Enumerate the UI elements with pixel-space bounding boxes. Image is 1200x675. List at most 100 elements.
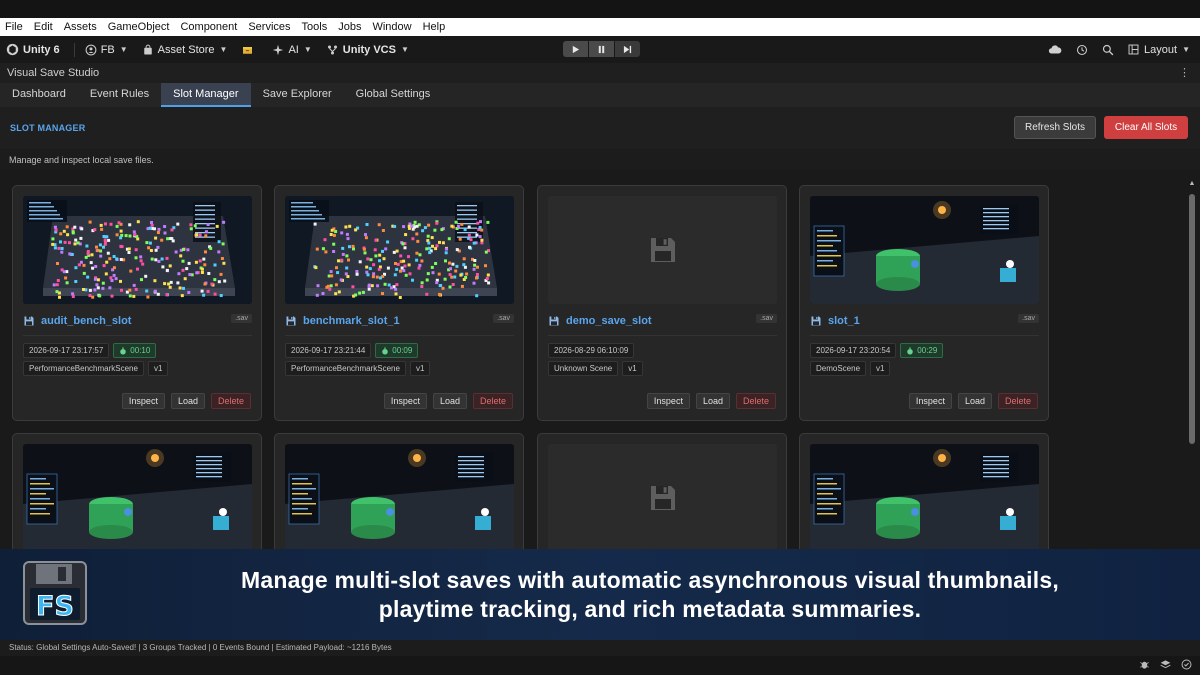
checkmark-circle-icon[interactable] — [1181, 659, 1192, 670]
step-icon — [623, 45, 632, 53]
slot-scene: DemoScene — [810, 361, 867, 376]
slot-version: v1 — [409, 361, 431, 376]
slot-title-row: demo_save_slot .sav — [548, 313, 777, 329]
toolbar-separator — [73, 42, 75, 57]
menu-window[interactable]: Window — [371, 21, 412, 33]
scrollbar-thumb[interactable] — [1189, 194, 1195, 444]
menu-help[interactable]: Help — [422, 21, 447, 33]
slot-name[interactable]: benchmark_slot_1 — [303, 315, 400, 327]
menu-tools[interactable]: Tools — [301, 21, 329, 33]
save-file-icon — [811, 316, 821, 326]
debug-icon[interactable] — [1139, 659, 1150, 670]
play-icon — [572, 45, 580, 53]
delete-button[interactable]: Delete — [997, 393, 1038, 409]
slot-name[interactable]: slot_1 — [828, 315, 860, 327]
ai-dropdown[interactable]: AI ▼ — [272, 44, 312, 56]
delete-button[interactable]: Delete — [210, 393, 251, 409]
unity-account-button[interactable]: Unity 6 — [6, 43, 60, 56]
refresh-slots-button[interactable]: Refresh Slots — [1014, 116, 1096, 139]
pause-button[interactable] — [589, 41, 614, 57]
load-button[interactable]: Load — [170, 393, 205, 409]
history-icon[interactable] — [1076, 44, 1088, 56]
load-button[interactable]: Load — [695, 393, 730, 409]
account-dropdown[interactable]: FB ▼ — [85, 44, 128, 56]
chevron-down-icon: ▼ — [303, 45, 312, 54]
scroll-up-icon[interactable]: ▲ — [1188, 180, 1196, 187]
slot-thumbnail — [285, 444, 514, 550]
slot-thumbnail — [548, 196, 777, 304]
slot-name[interactable]: audit_bench_slot — [41, 315, 131, 327]
slot-card[interactable]: demo_save_slot .sav 2026-08-29 06:10:09 Unk… — [537, 185, 787, 421]
layout-dropdown[interactable]: Layout ▼ — [1128, 44, 1190, 56]
step-button[interactable] — [615, 41, 640, 57]
slot-scene: PerformanceBenchmarkScene — [285, 361, 406, 376]
play-button[interactable] — [563, 41, 588, 57]
layers-icon[interactable] — [1160, 659, 1171, 670]
menu-component[interactable]: Component — [179, 21, 238, 33]
slot-thumbnail — [810, 444, 1039, 550]
card-divider — [23, 335, 252, 336]
status-bar: Status: Global Settings Auto-Saved! | 3 … — [0, 640, 1200, 656]
file-extension-badge: .sav — [231, 314, 252, 323]
svg-text:FS: FS — [36, 591, 74, 622]
cloud-icon[interactable] — [1048, 44, 1062, 56]
tab-save-explorer[interactable]: Save Explorer — [251, 83, 344, 107]
menu-services[interactable]: Services — [247, 21, 291, 33]
load-button[interactable]: Load — [432, 393, 467, 409]
slot-card[interactable] — [537, 433, 787, 550]
search-icon[interactable] — [1102, 44, 1114, 56]
slot-card[interactable] — [274, 433, 524, 550]
slot-card[interactable]: slot_1 .sav 2026-09-17 23:20:54 00:29 DemoSc… — [799, 185, 1049, 421]
playtime-badge: 00:10 — [113, 343, 157, 358]
banner-line-1: Manage multi-slot saves with automatic a… — [241, 567, 1059, 593]
menu-gameobject[interactable]: GameObject — [107, 21, 171, 33]
stopwatch-icon — [120, 347, 127, 354]
slot-card[interactable] — [799, 433, 1049, 550]
clear-all-slots-button[interactable]: Clear All Slots — [1104, 116, 1188, 139]
inspect-button[interactable]: Inspect — [383, 393, 427, 409]
slot-scene: PerformanceBenchmarkScene — [23, 361, 144, 376]
slot-date: 2026-09-17 23:17:57 — [23, 343, 110, 358]
chevron-down-icon: ▼ — [1182, 45, 1190, 54]
inspect-button[interactable]: Inspect — [908, 393, 952, 409]
delete-button[interactable]: Delete — [735, 393, 776, 409]
vertical-scrollbar[interactable]: ▲ — [1188, 180, 1196, 546]
delete-button[interactable]: Delete — [472, 393, 513, 409]
playtime-value: 00:10 — [130, 346, 151, 355]
package-button[interactable] — [241, 44, 258, 56]
load-button[interactable]: Load — [957, 393, 992, 409]
package-icon — [243, 46, 253, 54]
menu-assets[interactable]: Assets — [63, 21, 98, 33]
tab-slot-manager[interactable]: Slot Manager — [161, 83, 251, 107]
inspect-button[interactable]: Inspect — [646, 393, 690, 409]
stopwatch-icon — [382, 347, 389, 354]
tab-event-rules[interactable]: Event Rules — [78, 83, 161, 107]
slot-scene: Unknown Scene — [548, 361, 619, 376]
editor-window-title: Visual Save Studio — [0, 63, 1200, 83]
playtime-badge: 00:29 — [900, 343, 944, 358]
layout-label: Layout — [1144, 43, 1178, 56]
slot-title-row: benchmark_slot_1 .sav — [285, 313, 514, 329]
tab-bar: Dashboard Event Rules Slot Manager Save … — [0, 83, 1200, 107]
card-divider — [548, 335, 777, 336]
slot-card[interactable] — [12, 433, 262, 550]
more-options-icon[interactable]: ⋮ — [1179, 66, 1190, 79]
card-divider — [285, 335, 514, 336]
slot-name[interactable]: demo_save_slot — [566, 315, 652, 327]
menu-file[interactable]: File — [4, 21, 24, 33]
inspect-button[interactable]: Inspect — [121, 393, 165, 409]
banner-line-2: playtime tracking, and rich metadata sum… — [378, 596, 922, 622]
menu-edit[interactable]: Edit — [33, 21, 54, 33]
menu-jobs[interactable]: Jobs — [337, 21, 362, 33]
slot-card[interactable]: benchmark_slot_1 .sav 2026-09-17 23:21:44 0… — [274, 185, 524, 421]
vcs-dropdown[interactable]: Unity VCS ▼ — [326, 44, 409, 56]
slot-card[interactable]: audit_bench_slot .sav 2026-09-17 23:17:57 0… — [12, 185, 262, 421]
asset-store-dropdown[interactable]: Asset Store ▼ — [142, 44, 227, 56]
fs-logo: FS — [22, 560, 88, 626]
tab-dashboard[interactable]: Dashboard — [0, 83, 78, 107]
save-file-icon — [24, 316, 34, 326]
slot-title-row: audit_bench_slot .sav — [23, 313, 252, 329]
slot-thumbnail — [23, 444, 252, 550]
promo-banner: FS Manage multi-slot saves with automati… — [0, 549, 1200, 640]
tab-global-settings[interactable]: Global Settings — [344, 83, 443, 107]
